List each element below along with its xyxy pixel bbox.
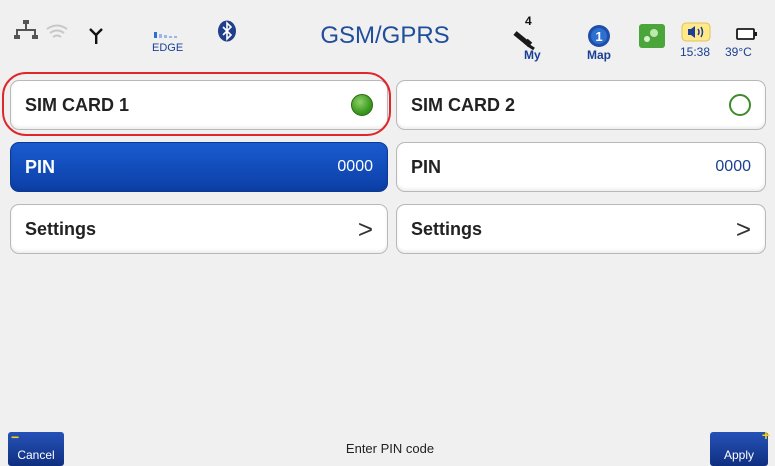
chevron-right-icon: > [357, 213, 373, 244]
sim-1-pin-label: PIN [25, 156, 56, 177]
speaker-icon [681, 22, 711, 42]
status-bar: EDGE GSM/GPRS 4 My 1 Map 15:38 39°C [0, 0, 775, 72]
gps-satellite-icon [513, 31, 535, 50]
signal-bars-icon [154, 32, 177, 38]
hint-text: Enter PIN code [345, 441, 435, 456]
wifi-icon [46, 24, 68, 38]
selection-highlight [2, 72, 391, 136]
sim-2-pin-label: PIN [411, 156, 442, 177]
cancel-button[interactable]: − Cancel [8, 429, 64, 466]
temperature: 39°C [725, 45, 752, 59]
apply-button[interactable]: + Apply [710, 428, 770, 466]
sim-1-settings-label: Settings [25, 218, 97, 239]
chevron-right-icon: > [735, 213, 751, 244]
plus-icon: + [761, 427, 770, 443]
sim-2-settings-button[interactable]: Settings > [396, 204, 766, 254]
apply-label: Apply [723, 448, 755, 462]
battery-icon [736, 28, 757, 40]
sim-1-pin-field[interactable]: PIN 0000 [10, 142, 388, 192]
clock: 15:38 [680, 45, 711, 59]
bluetooth-icon [218, 20, 236, 42]
antenna-icon [89, 28, 103, 44]
sim-1-settings-button[interactable]: Settings > [10, 204, 388, 254]
gps-label: My [524, 48, 541, 62]
ethernet-icon [14, 20, 38, 39]
minus-icon: − [11, 429, 20, 445]
sim-card-2-button[interactable]: SIM CARD 2 [396, 80, 766, 130]
gps-satellite-count: 4 [525, 14, 532, 28]
map-label: Map [587, 48, 611, 62]
sim-1-pin-value: 0000 [337, 158, 373, 175]
sim-2-pin-field[interactable]: PIN 0000 [396, 142, 766, 192]
sim-inactive-indicator-icon [729, 94, 751, 116]
network-icon [639, 24, 665, 48]
cancel-label: Cancel [17, 448, 55, 462]
map-icon: 1 [588, 25, 610, 47]
svg-text:1: 1 [595, 29, 602, 44]
sim-2-settings-label: Settings [411, 218, 483, 239]
network-type-label: EDGE [152, 42, 184, 54]
sim-2-pin-value: 0000 [715, 158, 751, 175]
sim-card-2-label: SIM CARD 2 [411, 94, 516, 115]
page-title: GSM/GPRS [320, 22, 450, 49]
